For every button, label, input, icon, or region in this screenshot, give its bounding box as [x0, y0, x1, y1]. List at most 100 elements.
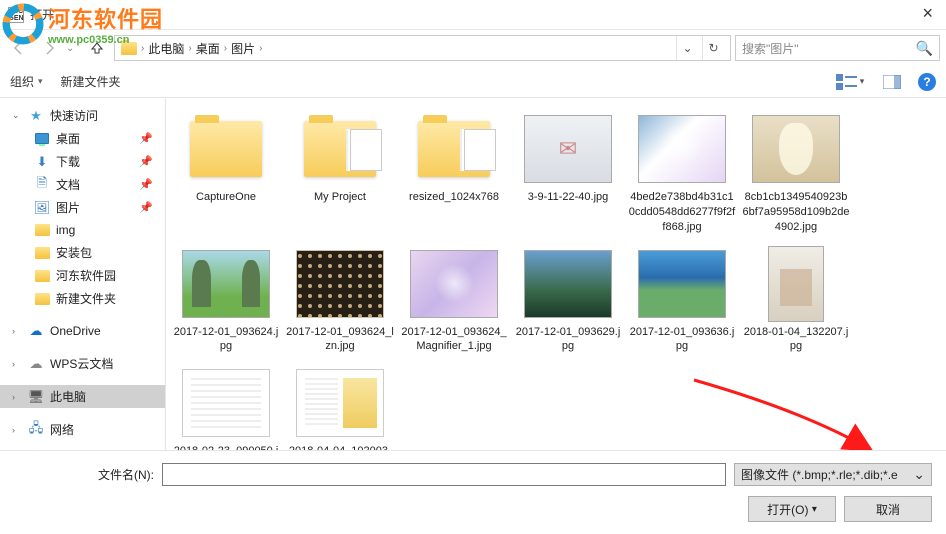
image-thumbnail — [638, 115, 726, 183]
download-icon: ⬇ — [34, 154, 50, 170]
file-name: 3-9-11-22-40.jpg — [528, 190, 609, 205]
breadcrumb-item[interactable]: 图片 — [231, 40, 255, 57]
network-icon: 🖧 — [28, 422, 44, 438]
file-name: 2017-12-01_093624_lzn.jpg — [286, 325, 394, 355]
image-thumbnail — [182, 250, 270, 318]
file-item[interactable]: 4bed2e738bd4b31c10cdd0548dd6277f9f2ff868… — [626, 106, 738, 239]
image-thumbnail — [410, 250, 498, 318]
file-item[interactable]: 2018-01-04_132207.jpg — [740, 241, 852, 359]
chevron-right-icon: › — [141, 43, 144, 54]
image-thumbnail — [524, 250, 612, 318]
filename-input[interactable] — [162, 463, 726, 486]
file-name: 2018-04-04_102003.png — [286, 444, 394, 450]
folder-icon — [34, 268, 50, 284]
pin-icon: 📌 — [139, 155, 153, 168]
file-item[interactable]: 8cb1cb1349540923b6bf7a95958d109b2de4902.… — [740, 106, 852, 239]
file-item[interactable]: CaptureOne — [170, 106, 282, 239]
document-icon: 🗎 — [34, 177, 50, 193]
file-item[interactable]: 2017-12-01_093624_lzn.jpg — [284, 241, 396, 359]
file-item[interactable]: 3-9-11-22-40.jpg — [512, 106, 624, 239]
filetype-filter-dropdown[interactable]: 图像文件 (*.bmp;*.rle;*.dib;*.e — [734, 463, 932, 486]
new-folder-button[interactable]: 新建文件夹 — [61, 73, 121, 90]
open-button[interactable]: 打开(O) ▾ — [748, 496, 836, 522]
folder-icon — [190, 121, 262, 177]
file-item[interactable]: 2017-12-01_093636.jpg — [626, 241, 738, 359]
file-name: 2017-12-01_093624.jpg — [172, 325, 280, 355]
close-icon[interactable]: × — [914, 3, 941, 24]
file-name: 8cb1cb1349540923b6bf7a95958d109b2de4902.… — [742, 190, 850, 235]
chevron-right-icon: › — [188, 43, 191, 54]
file-item[interactable]: 2017-12-01_093624.jpg — [170, 241, 282, 359]
address-dropdown[interactable]: ⌄ — [676, 36, 698, 60]
sidebar-item-folder[interactable]: 河东软件园 — [0, 264, 165, 287]
file-name: 2017-12-01_093636.jpg — [628, 325, 736, 355]
file-item[interactable]: 2018-02-23_090050.jpg — [170, 360, 282, 450]
file-item[interactable]: 2017-12-01_093624_Magnifier_1.jpg — [398, 241, 510, 359]
organize-button[interactable]: 组织▾ — [10, 73, 43, 90]
cancel-button[interactable]: 取消 — [844, 496, 932, 522]
titlebar: ASC GEN 打开 × — [0, 0, 946, 30]
view-mode-button[interactable]: ▾ — [834, 71, 866, 93]
sidebar-wps[interactable]: ›☁WPS云文档 — [0, 352, 165, 375]
toolbar: 组织▾ 新建文件夹 ▾ ? — [0, 66, 946, 98]
folder-icon — [34, 222, 50, 238]
breadcrumb-root[interactable]: 此电脑 — [148, 40, 184, 57]
chevron-down-icon: ▾ — [38, 76, 43, 87]
nav-up-button[interactable] — [84, 35, 110, 61]
file-item[interactable]: resized_1024x768 — [398, 106, 510, 239]
image-thumbnail — [296, 250, 384, 318]
folder-icon — [34, 291, 50, 307]
nav-back-button[interactable] — [6, 35, 32, 61]
sidebar-item-folder[interactable]: 新建文件夹 — [0, 287, 165, 310]
picture-icon: 🖼 — [34, 200, 50, 216]
folder-icon — [34, 245, 50, 261]
sidebar: ⌄★快速访问 桌面📌 ⬇下载📌 🗎文档📌 🖼图片📌 img 安装包 河东软件园 … — [0, 98, 166, 450]
sidebar-item-desktop[interactable]: 桌面📌 — [0, 127, 165, 150]
sidebar-item-folder[interactable]: 安装包 — [0, 241, 165, 264]
sidebar-quick-access[interactable]: ⌄★快速访问 — [0, 104, 165, 127]
pin-icon: 📌 — [139, 132, 153, 145]
chevron-right-icon: › — [12, 425, 22, 435]
file-item[interactable]: 2018-04-04_102003.png — [284, 360, 396, 450]
file-name: 2018-01-04_132207.jpg — [742, 325, 850, 355]
file-name: 2018-02-23_090050.jpg — [172, 444, 280, 450]
image-thumbnail — [638, 250, 726, 318]
sidebar-onedrive[interactable]: ›☁OneDrive — [0, 320, 165, 342]
chevron-right-icon: › — [224, 43, 227, 54]
folder-icon — [121, 42, 137, 55]
sidebar-item-folder[interactable]: img — [0, 219, 165, 241]
folder-icon — [418, 121, 490, 177]
chevron-right-icon: › — [12, 359, 22, 369]
image-thumbnail — [296, 369, 384, 437]
file-name: 2017-12-01_093629.jpg — [514, 325, 622, 355]
file-name: 4bed2e738bd4b31c10cdd0548dd6277f9f2ff868… — [628, 190, 736, 235]
image-thumbnail — [182, 369, 270, 437]
pin-icon: 📌 — [139, 201, 153, 214]
chevron-right-icon: › — [12, 392, 22, 402]
sidebar-item-documents[interactable]: 🗎文档📌 — [0, 173, 165, 196]
sidebar-item-downloads[interactable]: ⬇下载📌 — [0, 150, 165, 173]
chevron-right-icon: › — [259, 43, 262, 54]
breadcrumb-bar[interactable]: › 此电脑 › 桌面 › 图片 › ⌄ ↻ — [114, 35, 731, 61]
app-icon: ASC GEN — [8, 7, 24, 23]
refresh-icon[interactable]: ↻ — [702, 36, 724, 60]
help-icon[interactable]: ? — [918, 73, 936, 91]
file-name: resized_1024x768 — [409, 190, 499, 205]
onedrive-icon: ☁ — [28, 323, 44, 339]
file-item[interactable]: My Project — [284, 106, 396, 239]
preview-pane-button[interactable] — [876, 71, 908, 93]
window-title: 打开 — [30, 6, 54, 23]
nav-history-dropdown[interactable]: ⌄ — [66, 43, 80, 54]
file-item[interactable]: 2017-12-01_093629.jpg — [512, 241, 624, 359]
sidebar-network[interactable]: ›🖧网络 — [0, 418, 165, 441]
sidebar-this-pc[interactable]: ›🖥此电脑 — [0, 385, 165, 408]
desktop-icon — [34, 131, 50, 147]
address-row: ⌄ › 此电脑 › 桌面 › 图片 › ⌄ ↻ 搜索"图片" 🔍 — [0, 30, 946, 66]
wps-icon: ☁ — [28, 356, 44, 372]
image-thumbnail — [768, 246, 824, 322]
sidebar-item-pictures[interactable]: 🖼图片📌 — [0, 196, 165, 219]
nav-forward-button[interactable] — [36, 35, 62, 61]
search-input[interactable]: 搜索"图片" 🔍 — [735, 35, 940, 61]
chevron-right-icon: › — [12, 326, 22, 336]
breadcrumb-item[interactable]: 桌面 — [196, 40, 220, 57]
